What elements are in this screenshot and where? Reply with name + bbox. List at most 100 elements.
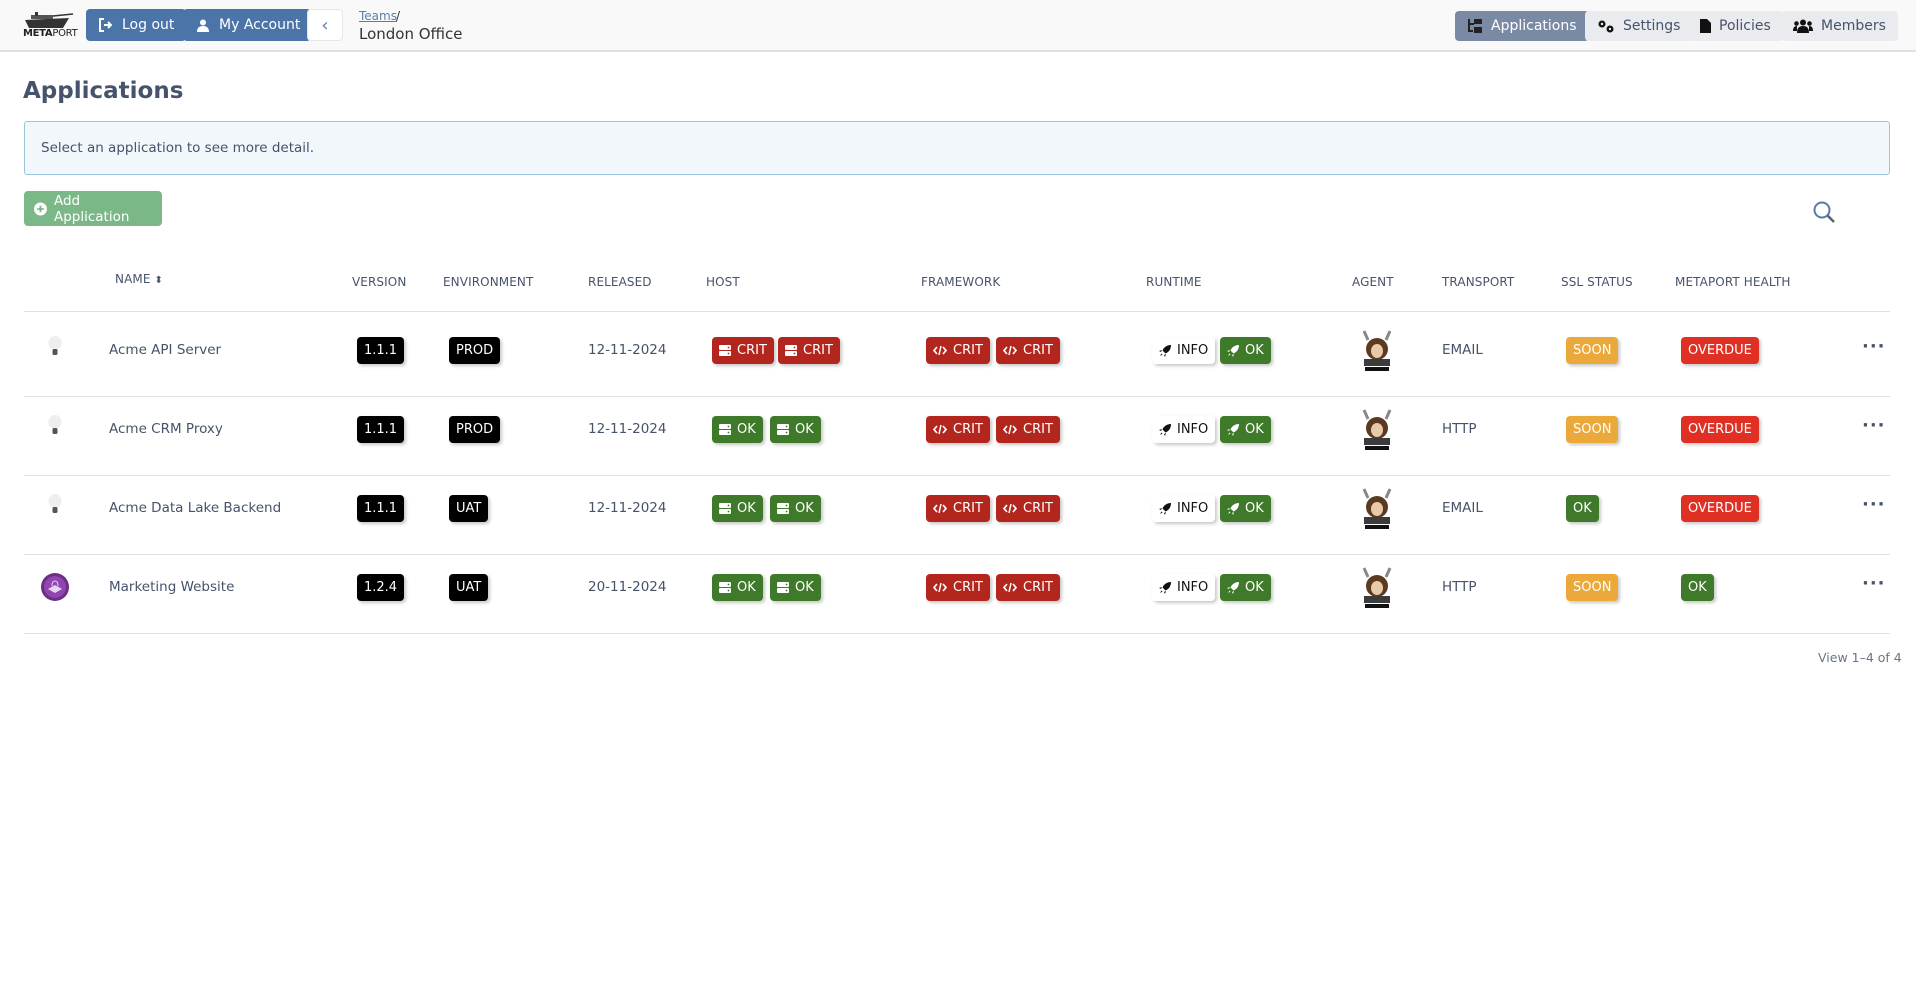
app-name-link[interactable]: Marketing Website [109, 579, 234, 595]
version-badge[interactable]: 1.1.1 [357, 416, 405, 443]
transport-value: HTTP [1442, 579, 1477, 595]
runtime-ok-badge[interactable]: OK [1220, 337, 1271, 364]
row-actions-menu-icon[interactable]: ··· [1862, 573, 1886, 594]
column-header-name[interactable]: NAME ⬍ [115, 272, 163, 286]
version-badge[interactable]: 1.1.1 [357, 495, 405, 522]
host-status-badge[interactable]: CRIT [778, 337, 840, 364]
server-icon [777, 503, 789, 514]
column-header-runtime: RUNTIME [1146, 275, 1202, 289]
runtime-ok-badge[interactable]: OK [1220, 495, 1271, 522]
environment-badge[interactable]: PROD [449, 416, 501, 443]
sort-icon[interactable]: ⬍ [154, 275, 162, 286]
runtime-ok-badge[interactable]: OK [1220, 416, 1271, 443]
app-icon [40, 493, 70, 523]
breadcrumb-current: London Office [359, 25, 463, 43]
ssl-status-badge[interactable]: SOON [1566, 574, 1619, 601]
version-badge[interactable]: 1.1.1 [357, 337, 405, 364]
rocket-icon [1159, 344, 1171, 357]
server-icon [777, 424, 789, 435]
code-icon [1003, 582, 1017, 593]
framework-status-badge[interactable]: CRIT [996, 574, 1060, 601]
app-name-link[interactable]: Acme Data Lake Backend [109, 500, 281, 516]
composer-agent-icon [1362, 488, 1392, 529]
logout-button[interactable]: Log out [86, 9, 187, 41]
code-icon [933, 424, 947, 435]
metaport-health-badge[interactable]: OK [1681, 574, 1714, 601]
host-status-badge[interactable]: CRIT [712, 337, 774, 364]
framework-status-badge[interactable]: CRIT [996, 337, 1060, 364]
framework-status-badge[interactable]: CRIT [926, 574, 990, 601]
code-icon [1003, 503, 1017, 514]
rocket-icon [1159, 423, 1171, 436]
app-icon [40, 572, 70, 602]
tab-applications[interactable]: Applications [1455, 11, 1589, 41]
host-status-badge[interactable]: OK [712, 574, 763, 601]
breadcrumb-teams-link[interactable]: Teams [359, 9, 397, 23]
metaport-health-badge[interactable]: OVERDUE [1681, 337, 1759, 364]
my-account-button[interactable]: My Account [183, 9, 312, 41]
rocket-icon [1227, 423, 1239, 436]
transport-value: EMAIL [1442, 342, 1483, 358]
column-header-released: RELEASED [588, 275, 652, 289]
ssl-status-badge[interactable]: SOON [1566, 416, 1619, 443]
lightbulb-icon [48, 494, 62, 513]
host-status-badge[interactable]: OK [712, 495, 763, 522]
app-name-link[interactable]: Acme CRM Proxy [109, 421, 223, 437]
tab-members[interactable]: Members [1781, 11, 1898, 41]
rocket-icon [1227, 581, 1239, 594]
row-actions-menu-icon[interactable]: ··· [1862, 494, 1886, 515]
environment-badge[interactable]: UAT [449, 574, 489, 601]
environment-badge[interactable]: PROD [449, 337, 501, 364]
add-application-button[interactable]: Add Application [24, 191, 162, 226]
tab-settings[interactable]: Settings [1585, 11, 1693, 41]
rocket-icon [1227, 502, 1239, 515]
logout-label: Log out [122, 17, 175, 33]
agent-avatar [1358, 406, 1396, 452]
row-actions-menu-icon[interactable]: ··· [1862, 415, 1886, 436]
row-actions-menu-icon[interactable]: ··· [1862, 336, 1886, 357]
released-date: 12-11-2024 [588, 500, 667, 516]
server-icon [785, 345, 797, 356]
runtime-info-badge[interactable]: INFO [1152, 337, 1216, 364]
environment-badge[interactable]: UAT [449, 495, 489, 522]
info-text: Select an application to see more detail… [41, 140, 315, 156]
back-button[interactable]: ‹ [307, 9, 343, 41]
runtime-ok-badge[interactable]: OK [1220, 574, 1271, 601]
metaport-health-badge[interactable]: OVERDUE [1681, 416, 1759, 443]
column-header-environment: ENVIRONMENT [443, 275, 534, 289]
host-status-badge[interactable]: OK [770, 495, 821, 522]
tab-applications-label: Applications [1491, 18, 1577, 34]
framework-status-badge[interactable]: CRIT [926, 337, 990, 364]
framework-status-badge[interactable]: CRIT [926, 416, 990, 443]
top-bar: METAPORT Log out My Account ‹ Teams / Lo… [0, 0, 1916, 52]
metaport-logo[interactable]: METAPORT [23, 12, 78, 40]
app-name-link[interactable]: Acme API Server [109, 342, 221, 358]
tab-policies-label: Policies [1719, 18, 1771, 34]
app-icon [40, 414, 70, 444]
composer-agent-icon [1362, 330, 1392, 371]
users-icon [1793, 19, 1813, 33]
search-icon[interactable] [1812, 200, 1838, 226]
ssl-status-badge[interactable]: OK [1566, 495, 1599, 522]
my-account-label: My Account [219, 17, 301, 33]
ssl-status-badge[interactable]: SOON [1566, 337, 1619, 364]
code-icon [1003, 424, 1017, 435]
runtime-info-badge[interactable]: INFO [1152, 574, 1216, 601]
tab-policies[interactable]: Policies [1688, 11, 1783, 41]
tab-settings-label: Settings [1623, 18, 1681, 34]
app-logo-icon [41, 573, 69, 601]
server-icon [719, 424, 731, 435]
framework-status-badge[interactable]: CRIT [996, 495, 1060, 522]
server-icon [719, 582, 731, 593]
framework-status-badge[interactable]: CRIT [926, 495, 990, 522]
runtime-info-badge[interactable]: INFO [1152, 495, 1216, 522]
host-status-badge[interactable]: OK [712, 416, 763, 443]
version-badge[interactable]: 1.2.4 [357, 574, 405, 601]
chevron-left-icon: ‹ [321, 14, 329, 36]
logout-icon [99, 18, 112, 32]
host-status-badge[interactable]: OK [770, 416, 821, 443]
runtime-info-badge[interactable]: INFO [1152, 416, 1216, 443]
host-status-badge[interactable]: OK [770, 574, 821, 601]
framework-status-badge[interactable]: CRIT [996, 416, 1060, 443]
metaport-health-badge[interactable]: OVERDUE [1681, 495, 1759, 522]
